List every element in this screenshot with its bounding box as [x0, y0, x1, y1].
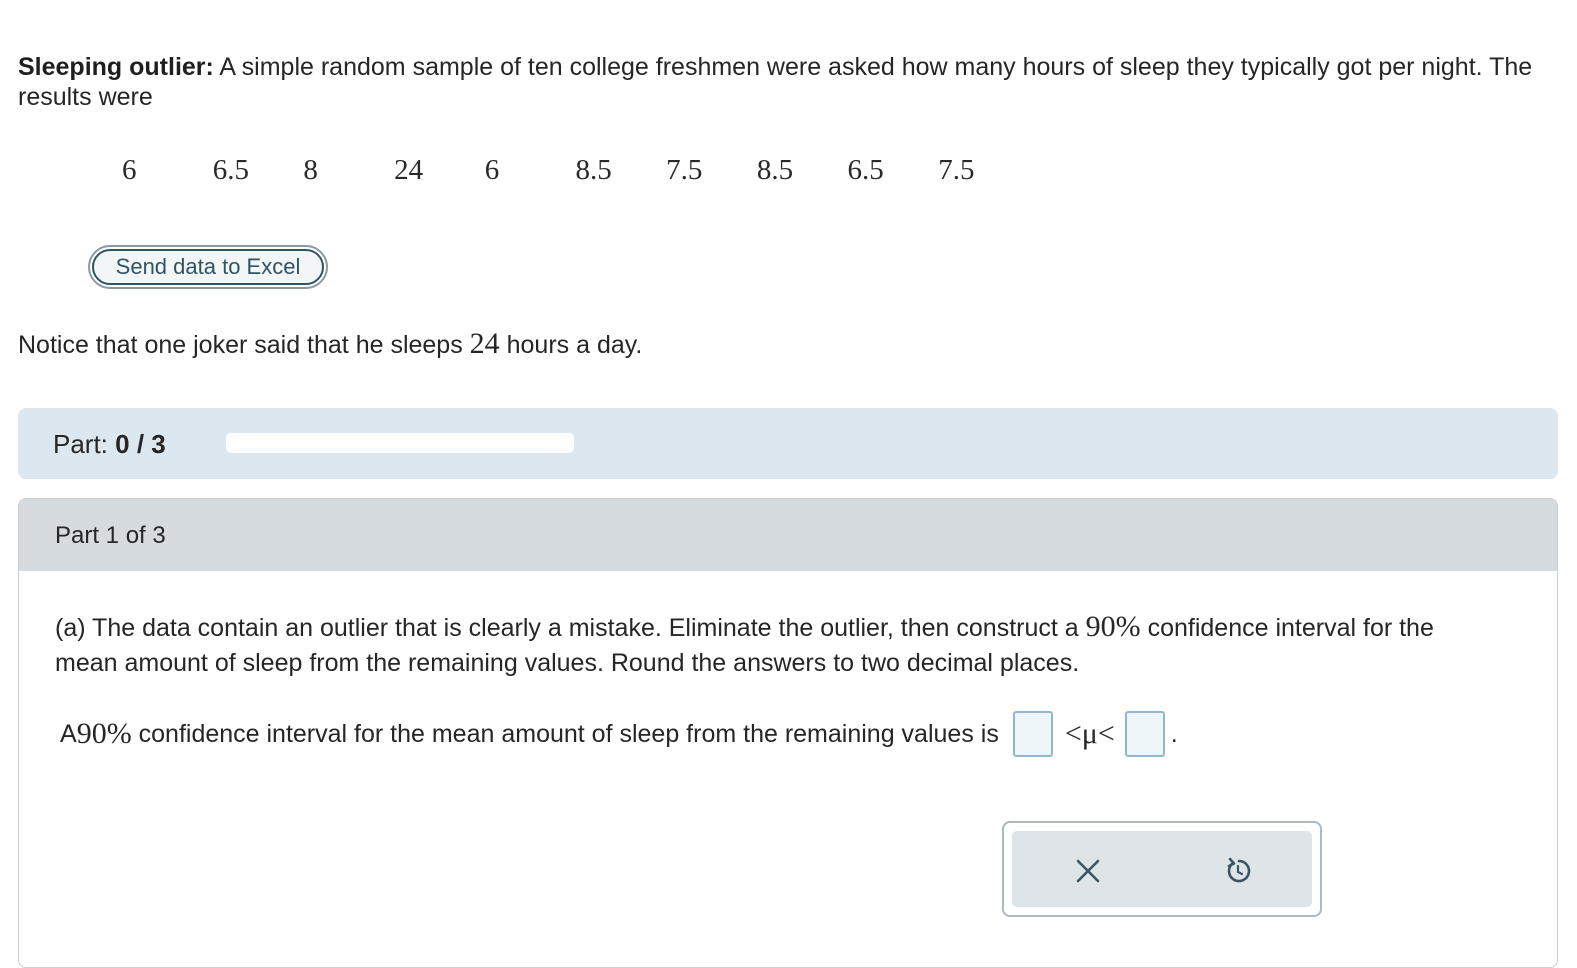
data-value: 8	[303, 154, 318, 186]
data-value: 8.5	[575, 154, 612, 186]
data-values-row: 6 6.5 8 24 6 8.5 7.5 8.5 6.5 7.5	[122, 154, 1029, 190]
data-value: 6	[122, 154, 137, 186]
notice-before: Notice that one joker said that he sleep…	[18, 331, 470, 359]
upper-bound-input[interactable]	[1124, 711, 1165, 757]
data-value: 7.5	[666, 154, 703, 186]
problem-title: Sleeping outlier:	[18, 53, 214, 81]
progress-panel: Part: 0 / 3	[18, 408, 1558, 479]
undo-icon	[1227, 857, 1251, 883]
question-before: (a) The data contain an outlier that is …	[55, 614, 1086, 642]
problem-text: A simple random sample of ten college fr…	[18, 53, 1533, 111]
lower-bound-input[interactable]	[1012, 711, 1053, 757]
progress-label: Part: 0 / 3	[53, 429, 166, 460]
question-text: (a) The data contain an outlier that is …	[55, 609, 1495, 681]
part-title: Part 1 of 3	[55, 522, 166, 549]
answer-line: A 90% confidence interval for the mean a…	[60, 709, 1178, 759]
problem-intro: Sleeping outlier: A simple random sample…	[18, 52, 1558, 112]
data-value: 6.5	[847, 154, 884, 186]
notice-after: hours a day.	[499, 331, 643, 359]
answer-percent: 90%	[76, 717, 132, 750]
data-value: 24	[394, 154, 424, 186]
progress-bar	[226, 433, 574, 453]
answer-after: confidence interval for the mean amount …	[131, 720, 999, 748]
x-icon	[1076, 859, 1100, 883]
data-value: 6.5	[212, 154, 249, 186]
answer-toolbar	[1002, 821, 1322, 917]
clear-button[interactable]	[1070, 853, 1106, 889]
data-value: 8.5	[756, 154, 794, 186]
send-data-to-excel-label: Send data to Excel	[92, 249, 324, 285]
data-value: 7.5	[938, 154, 975, 186]
answer-before: A	[60, 720, 77, 748]
data-value: 6	[484, 154, 500, 186]
reset-button[interactable]	[1220, 853, 1256, 889]
answer-period: .	[1170, 720, 1178, 748]
answer-toolbar-inner	[1012, 831, 1312, 907]
part-header: Part 1 of 3	[19, 499, 1557, 571]
notice-value: 24	[469, 327, 500, 360]
notice-text: Notice that one joker said that he sleep…	[18, 327, 642, 362]
part-card: Part 1 of 3 (a) The data contain an outl…	[18, 498, 1558, 968]
progress-value: 0 / 3	[115, 429, 166, 459]
progress-label-text: Part:	[53, 429, 108, 459]
question-percent: 90%	[1085, 610, 1141, 643]
send-data-to-excel-button[interactable]: Send data to Excel	[88, 245, 328, 289]
mu-symbol: <μ<	[1064, 717, 1115, 750]
